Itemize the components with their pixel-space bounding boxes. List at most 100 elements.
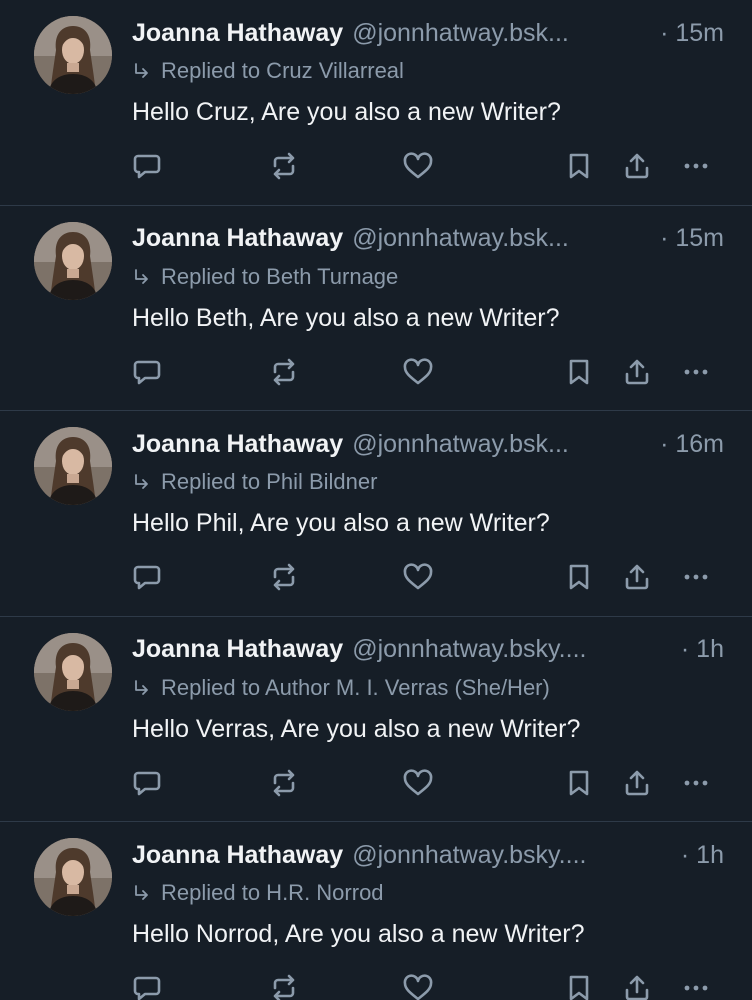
like-button[interactable] bbox=[402, 767, 434, 799]
more-icon bbox=[681, 768, 711, 798]
avatar[interactable] bbox=[34, 16, 112, 94]
reply-arrow-icon bbox=[132, 267, 152, 287]
like-button[interactable] bbox=[402, 356, 434, 388]
post-timestamp[interactable]: · 15m bbox=[646, 224, 724, 253]
reply-button[interactable] bbox=[131, 972, 163, 1000]
reply-arrow-icon bbox=[132, 61, 152, 81]
repost-button[interactable] bbox=[268, 561, 300, 593]
bookmark-button[interactable] bbox=[563, 767, 595, 799]
reply-button[interactable] bbox=[131, 150, 163, 182]
post-text: Hello Phil, Are you also a new Writer? bbox=[132, 509, 550, 537]
repost-button[interactable] bbox=[268, 356, 300, 388]
like-button[interactable] bbox=[402, 972, 434, 1000]
more-icon bbox=[681, 973, 711, 1000]
share-icon bbox=[622, 562, 652, 592]
author-name[interactable]: Joanna Hathaway bbox=[132, 224, 343, 253]
feed-post[interactable]: Joanna Hathaway @jonnhatway.bsk... · 15m… bbox=[0, 206, 752, 411]
post-timestamp[interactable]: · 1h bbox=[667, 841, 724, 870]
author-name[interactable]: Joanna Hathaway bbox=[132, 841, 343, 870]
share-icon bbox=[622, 768, 652, 798]
bookmark-button[interactable] bbox=[563, 972, 595, 1000]
bookmark-button[interactable] bbox=[563, 561, 595, 593]
post-feed: Joanna Hathaway @jonnhatway.bsk... · 15m… bbox=[0, 0, 752, 1000]
reply-button[interactable] bbox=[131, 767, 163, 799]
reply-context[interactable]: Replied to Author M. I. Verras (She/Her) bbox=[132, 673, 550, 703]
share-icon bbox=[622, 357, 652, 387]
reply-to-label: Replied to H.R. Norrod bbox=[161, 880, 384, 905]
reply-arrow-icon bbox=[132, 472, 152, 492]
post-timestamp[interactable]: · 1h bbox=[667, 635, 724, 664]
bookmark-icon bbox=[566, 151, 592, 181]
profile-photo bbox=[34, 427, 112, 505]
more-options-button[interactable] bbox=[680, 561, 712, 593]
avatar[interactable] bbox=[34, 838, 112, 916]
like-button[interactable] bbox=[402, 561, 434, 593]
post-timestamp[interactable]: · 15m bbox=[646, 19, 724, 48]
author-name[interactable]: Joanna Hathaway bbox=[132, 430, 343, 459]
more-options-button[interactable] bbox=[680, 767, 712, 799]
author-handle[interactable]: @jonnhatway.bsk... bbox=[352, 430, 569, 459]
more-icon bbox=[681, 562, 711, 592]
feed-post[interactable]: Joanna Hathaway @jonnhatway.bsky.... · 1… bbox=[0, 822, 752, 1000]
reply-context[interactable]: Replied to Beth Turnage bbox=[132, 262, 398, 292]
reply-arrow-icon bbox=[132, 678, 152, 698]
heart-icon bbox=[402, 562, 434, 592]
share-button[interactable] bbox=[621, 356, 653, 388]
profile-photo bbox=[34, 838, 112, 916]
reply-context[interactable]: Replied to Phil Bildner bbox=[132, 467, 377, 497]
reply-button[interactable] bbox=[131, 356, 163, 388]
profile-photo bbox=[34, 632, 112, 711]
more-icon bbox=[681, 151, 711, 181]
share-icon bbox=[622, 973, 652, 1000]
feed-post[interactable]: Joanna Hathaway @jonnhatway.bsky.... · 1… bbox=[0, 617, 752, 822]
repost-button[interactable] bbox=[268, 767, 300, 799]
avatar[interactable] bbox=[34, 221, 112, 300]
like-button[interactable] bbox=[402, 150, 434, 182]
author-handle[interactable]: @jonnhatway.bsk... bbox=[352, 224, 569, 253]
author-name[interactable]: Joanna Hathaway bbox=[132, 635, 343, 664]
more-options-button[interactable] bbox=[680, 150, 712, 182]
share-button[interactable] bbox=[621, 767, 653, 799]
avatar[interactable] bbox=[34, 632, 112, 711]
repost-button[interactable] bbox=[268, 972, 300, 1000]
reply-button[interactable] bbox=[131, 561, 163, 593]
feed-post[interactable]: Joanna Hathaway @jonnhatway.bsk... · 16m… bbox=[0, 411, 752, 617]
profile-photo bbox=[34, 16, 112, 94]
reply-icon bbox=[132, 357, 162, 387]
author-handle[interactable]: @jonnhatway.bsky.... bbox=[352, 841, 586, 870]
heart-icon bbox=[402, 151, 434, 181]
avatar[interactable] bbox=[34, 427, 112, 505]
share-button[interactable] bbox=[621, 561, 653, 593]
reply-context[interactable]: Replied to H.R. Norrod bbox=[132, 878, 384, 908]
heart-icon bbox=[402, 357, 434, 387]
feed-post[interactable]: Joanna Hathaway @jonnhatway.bsk... · 15m… bbox=[0, 0, 752, 206]
bookmark-button[interactable] bbox=[563, 356, 595, 388]
repost-icon bbox=[269, 973, 299, 1000]
post-timestamp[interactable]: · 16m bbox=[646, 430, 724, 459]
bookmark-icon bbox=[566, 768, 592, 798]
repost-button[interactable] bbox=[268, 150, 300, 182]
reply-arrow-icon bbox=[132, 883, 152, 903]
share-button[interactable] bbox=[621, 972, 653, 1000]
post-actions bbox=[0, 557, 752, 597]
post-actions bbox=[0, 763, 752, 803]
reply-context[interactable]: Replied to Cruz Villarreal bbox=[132, 56, 404, 86]
heart-icon bbox=[402, 973, 434, 1000]
share-button[interactable] bbox=[621, 150, 653, 182]
author-name[interactable]: Joanna Hathaway bbox=[132, 19, 343, 48]
reply-to-label: Replied to Author M. I. Verras (She/Her) bbox=[161, 674, 550, 700]
author-handle[interactable]: @jonnhatway.bsk... bbox=[352, 19, 569, 48]
more-options-button[interactable] bbox=[680, 356, 712, 388]
post-header: Joanna Hathaway @jonnhatway.bsk... · 16m bbox=[132, 427, 724, 461]
bookmark-icon bbox=[566, 562, 592, 592]
more-options-button[interactable] bbox=[680, 972, 712, 1000]
author-handle[interactable]: @jonnhatway.bsky.... bbox=[352, 635, 586, 664]
post-text: Hello Beth, Are you also a new Writer? bbox=[132, 303, 560, 332]
post-actions bbox=[0, 146, 752, 186]
reply-to-label: Replied to Cruz Villarreal bbox=[161, 58, 404, 83]
reply-to-label: Replied to Phil Bildner bbox=[161, 469, 378, 494]
repost-icon bbox=[269, 768, 299, 798]
bookmark-button[interactable] bbox=[563, 150, 595, 182]
post-actions bbox=[0, 352, 752, 392]
post-text: Hello Verras, Are you also a new Writer? bbox=[132, 714, 581, 743]
